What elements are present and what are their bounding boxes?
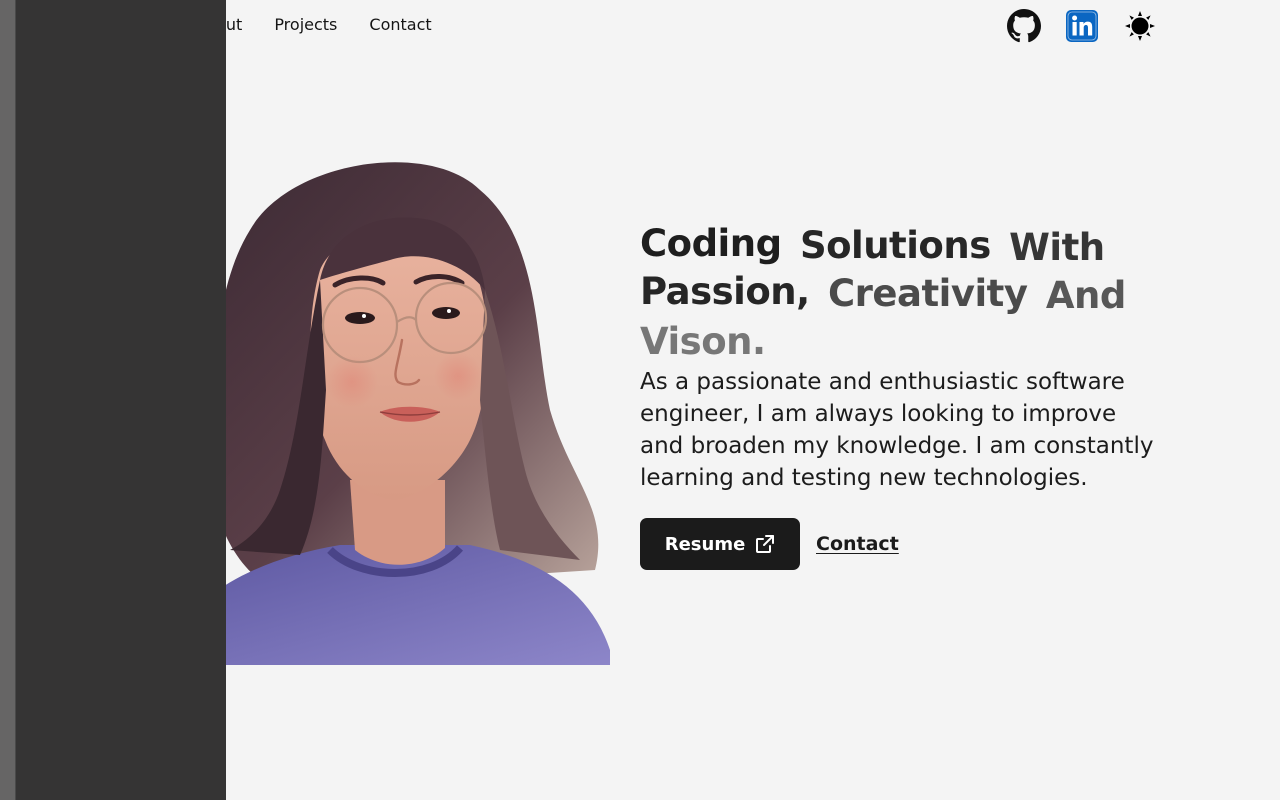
hero-section: Coding Solutions With Passion, Creativit… [640, 220, 1180, 570]
headline-word: With [1009, 226, 1105, 269]
hero-intro-text: As a passionate and enthusiastic softwar… [640, 369, 1154, 491]
linkedin-icon[interactable] [1064, 8, 1100, 44]
contact-link[interactable]: Contact [816, 533, 899, 555]
headline-word: Vison. [640, 320, 766, 356]
headline-word: Solutions [799, 224, 991, 267]
side-drawer-overlay[interactable] [0, 0, 226, 800]
github-icon[interactable] [1006, 8, 1042, 44]
nav-social-icons [1006, 8, 1158, 44]
resume-button[interactable]: Resume [640, 518, 800, 570]
headline-word: And [1045, 274, 1126, 317]
sun-icon[interactable] [1122, 8, 1158, 44]
nav-link-contact[interactable]: Contact [369, 14, 431, 36]
external-link-icon [756, 535, 775, 553]
drawer-rail [0, 0, 16, 800]
headline-word: Coding [640, 222, 782, 265]
hero-actions: Resume Contact [640, 518, 1180, 570]
headline-word: Creativity [828, 272, 1028, 315]
nav-links: About Projects Contact [195, 14, 432, 36]
nav-link-projects[interactable]: Projects [274, 14, 337, 36]
headline-word: Passion, [640, 270, 810, 313]
resume-button-label: Resume [664, 533, 746, 555]
hero-headline: Coding Solutions With Passion, Creativit… [640, 220, 1180, 356]
